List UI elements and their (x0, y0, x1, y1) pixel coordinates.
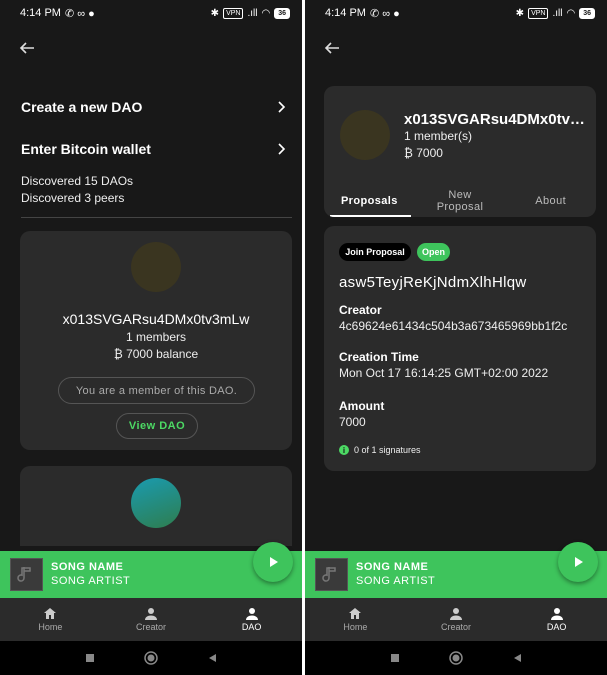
nav-dao-label: DAO (241, 622, 262, 632)
creator-label: Creator (339, 303, 382, 317)
person-icon (145, 608, 157, 620)
status-time: 4:14 PM (20, 7, 61, 19)
song-name: SONG NAME (356, 561, 429, 573)
status-bar: 4:14 PM ✆ ∞ ● ✱ VPN .ıll ◠ 36 (305, 0, 607, 26)
dao-name: x013SVGARsu4DMx0tv3mLw (62, 311, 250, 327)
chevron-right-icon (278, 101, 286, 113)
status-badge: Open (417, 243, 450, 261)
system-navigation (0, 641, 302, 675)
bluetooth-icon: ✱ (210, 7, 220, 19)
album-art-icon (10, 558, 43, 591)
dao-avatar (131, 478, 181, 528)
amount-label: Amount (339, 399, 385, 413)
song-name: SONG NAME (51, 561, 124, 573)
dao-name: x013SVGARsu4DMx0tv3mLw (404, 111, 590, 128)
nav-home-label: Home (38, 622, 63, 632)
status-bar: 4:14 PM ✆ ∞ ● ✱ VPN .ıll ◠ 36 (0, 0, 302, 26)
creator-value: 4c69624e61434c504b3a673465969bb1f2c (339, 319, 568, 333)
proposal-id: asw5TeyjReKjNdmXlhHlqw (339, 274, 527, 291)
vpn-icon: VPN (528, 7, 549, 19)
nav-home[interactable]: Home (0, 598, 101, 641)
view-dao-button[interactable]: View DAO (116, 413, 198, 439)
play-icon (575, 557, 583, 567)
bottom-navigation: Home Creator DAO (305, 598, 607, 641)
battery-icon: 36 (579, 7, 595, 19)
discovered-daos: Discovered 15 DAOs (21, 174, 134, 188)
person-icon (450, 608, 462, 620)
divider (21, 217, 292, 218)
dao-balance: ₿ 7000 balance (113, 347, 199, 361)
creation-time-value: Mon Oct 17 16:14:25 GMT+02:00 2022 (339, 366, 549, 380)
tab-about[interactable]: About (505, 184, 596, 217)
wifi-icon: ◠ (261, 7, 271, 19)
notification-icon: ✆ ∞ ● (369, 7, 400, 20)
signal-icon: .ıll (247, 7, 258, 19)
dao-card (20, 466, 292, 546)
vpn-icon: VPN (223, 7, 244, 19)
play-icon (270, 557, 278, 567)
nav-dao-label: DAO (546, 622, 567, 632)
nav-dao[interactable]: DAO (201, 598, 302, 641)
nav-home[interactable]: Home (305, 598, 406, 641)
back-arrow-icon[interactable] (322, 38, 342, 58)
info-icon: i (339, 445, 349, 455)
nav-creator-label: Creator (136, 622, 167, 632)
dao-members: 1 member(s) (404, 129, 473, 143)
back-triangle-icon[interactable] (207, 653, 217, 663)
left-screen: 4:14 PM ✆ ∞ ● ✱ VPN .ıll ◠ 36 Create a n… (0, 0, 302, 675)
home-circle-icon[interactable] (144, 651, 158, 665)
dao-balance: ₿ 7000 (404, 146, 443, 160)
proposal-type-badge: Join Proposal (339, 243, 411, 261)
dao-avatar (131, 242, 181, 292)
member-status-pill: You are a member of this DAO. (58, 377, 255, 404)
back-arrow-icon[interactable] (17, 38, 37, 58)
play-button[interactable] (253, 542, 293, 582)
dao-card: x013SVGARsu4DMx0tv3mLw 1 members ₿ 7000 … (20, 231, 292, 450)
nav-creator[interactable]: Creator (101, 598, 202, 641)
battery-icon: 36 (274, 7, 290, 19)
chevron-right-icon (278, 143, 286, 155)
dao-avatar (340, 110, 390, 160)
right-screen: 4:14 PM ✆ ∞ ● ✱ VPN .ıll ◠ 36 x013SVGARs… (305, 0, 607, 675)
home-icon (349, 608, 362, 619)
song-artist: SONG ARTIST (356, 575, 436, 587)
person-icon (550, 608, 563, 620)
proposal-card[interactable]: Join Proposal Open asw5TeyjReKjNdmXlhHlq… (324, 226, 596, 471)
system-navigation (305, 641, 607, 675)
discovered-peers: Discovered 3 peers (21, 191, 125, 205)
creation-time-label: Creation Time (339, 350, 419, 364)
enter-wallet-item[interactable]: Enter Bitcoin wallet (21, 141, 286, 157)
signatures-status: i 0 of 1 signatures (339, 445, 421, 455)
dao-members: 1 members (125, 330, 187, 344)
recents-icon[interactable] (85, 653, 95, 663)
nav-dao[interactable]: DAO (506, 598, 607, 641)
create-dao-label: Create a new DAO (21, 99, 143, 115)
home-circle-icon[interactable] (449, 651, 463, 665)
back-triangle-icon[interactable] (512, 653, 522, 663)
create-dao-item[interactable]: Create a new DAO (21, 99, 286, 115)
home-icon (44, 608, 57, 619)
bottom-navigation: Home Creator DAO (0, 598, 302, 641)
nav-creator-label: Creator (441, 622, 472, 632)
nav-home-label: Home (343, 622, 368, 632)
dao-header-card: x013SVGARsu4DMx0tv3mLw 1 member(s) ₿ 700… (324, 86, 596, 217)
amount-value: 7000 (339, 415, 366, 429)
tab-proposals[interactable]: Proposals (324, 184, 415, 217)
signal-icon: .ıll (552, 7, 563, 19)
play-button[interactable] (558, 542, 598, 582)
enter-wallet-label: Enter Bitcoin wallet (21, 141, 151, 157)
tab-new-proposal[interactable]: New Proposal (415, 184, 506, 217)
nav-creator[interactable]: Creator (406, 598, 507, 641)
wifi-icon: ◠ (566, 7, 576, 19)
song-artist: SONG ARTIST (51, 575, 131, 587)
status-time: 4:14 PM (325, 7, 366, 19)
recents-icon[interactable] (390, 653, 400, 663)
dao-tabs: Proposals New Proposal About (324, 184, 596, 217)
signatures-text: 0 of 1 signatures (354, 445, 421, 455)
album-art-icon (315, 558, 348, 591)
notification-icon: ✆ ∞ ● (64, 7, 95, 20)
bluetooth-icon: ✱ (515, 7, 525, 19)
person-icon (245, 608, 258, 620)
